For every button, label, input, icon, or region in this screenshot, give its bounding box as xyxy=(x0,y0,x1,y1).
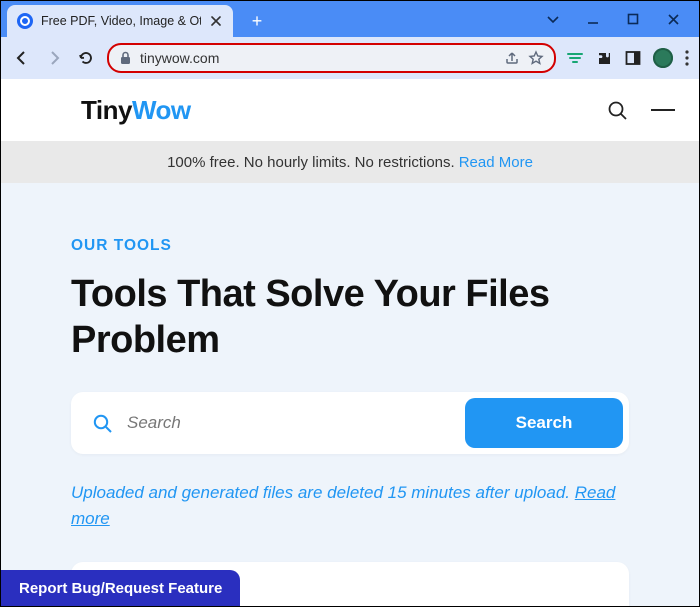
banner-read-more-link[interactable]: Read More xyxy=(459,154,533,171)
share-icon[interactable] xyxy=(504,50,520,66)
new-tab-button[interactable]: + xyxy=(243,7,271,35)
address-url: tinywow.com xyxy=(140,50,496,66)
address-bar[interactable]: tinywow.com xyxy=(107,43,556,73)
window-controls xyxy=(545,1,699,37)
lock-icon xyxy=(119,51,132,65)
back-button[interactable] xyxy=(11,47,33,69)
extension-filter-icon[interactable] xyxy=(566,49,584,67)
bookmark-star-icon[interactable] xyxy=(528,50,544,66)
upload-note: Uploaded and generated files are deleted… xyxy=(71,480,629,533)
toolbar-right-icons xyxy=(566,48,689,68)
minimize-button[interactable] xyxy=(585,11,601,27)
main-content: OUR TOOLS Tools That Solve Your Files Pr… xyxy=(1,183,699,606)
logo-part-wow: Wow xyxy=(132,95,191,125)
logo-part-tiny: Tiny xyxy=(81,95,132,125)
tool-search-button[interactable]: Search xyxy=(465,398,623,448)
tab-favicon xyxy=(17,13,33,29)
browser-toolbar: tinywow.com xyxy=(1,37,699,79)
report-bug-button[interactable]: Report Bug/Request Feature xyxy=(1,570,240,606)
close-window-button[interactable] xyxy=(665,11,681,27)
forward-button[interactable] xyxy=(43,47,65,69)
header-search-icon[interactable] xyxy=(605,98,629,122)
kebab-menu-icon[interactable] xyxy=(685,50,689,66)
reload-button[interactable] xyxy=(75,47,97,69)
extensions-puzzle-icon[interactable] xyxy=(596,50,613,67)
menu-hamburger-icon[interactable] xyxy=(651,98,675,122)
tool-search-box: Search xyxy=(71,392,629,454)
announcement-banner: 100% free. No hourly limits. No restrict… xyxy=(1,141,699,183)
page-viewport: TinyWow 100% free. No hourly limits. No … xyxy=(1,79,699,606)
browser-tab[interactable]: Free PDF, Video, Image & Other xyxy=(7,5,233,37)
browser-tabstrip: Free PDF, Video, Image & Other + xyxy=(1,1,699,37)
tool-search-input[interactable] xyxy=(127,413,451,433)
maximize-button[interactable] xyxy=(625,11,641,27)
chevron-down-icon[interactable] xyxy=(545,11,561,27)
tab-title: Free PDF, Video, Image & Other xyxy=(41,14,201,28)
section-eyebrow: OUR TOOLS xyxy=(71,237,629,255)
banner-text: 100% free. No hourly limits. No restrict… xyxy=(167,154,455,171)
search-icon xyxy=(91,412,113,434)
tab-close-button[interactable] xyxy=(209,14,223,28)
site-logo[interactable]: TinyWow xyxy=(81,95,191,126)
profile-avatar-icon[interactable] xyxy=(653,48,673,68)
page-headline: Tools That Solve Your Files Problem xyxy=(71,271,629,364)
upload-note-text: Uploaded and generated files are deleted… xyxy=(71,483,575,502)
header-actions xyxy=(605,98,675,122)
sidepanel-icon[interactable] xyxy=(625,50,641,66)
site-header: TinyWow xyxy=(1,79,699,141)
